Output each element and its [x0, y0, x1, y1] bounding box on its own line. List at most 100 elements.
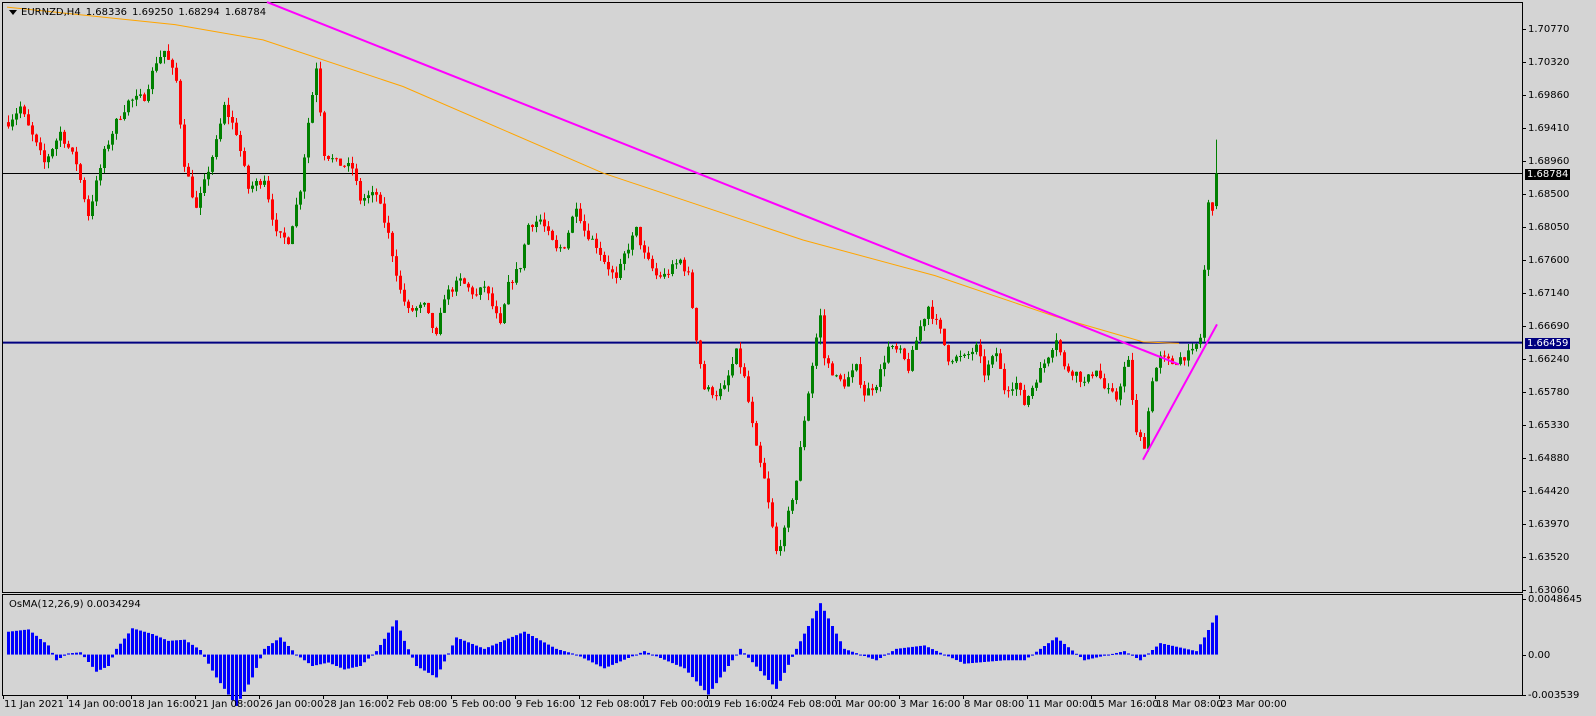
- osma-bar: [519, 633, 522, 655]
- osma-bar: [171, 640, 174, 655]
- osma-bar: [1163, 644, 1166, 655]
- candle-bearish: [407, 301, 410, 309]
- osma-bar: [1007, 654, 1010, 661]
- price-axis-label: 1.69860: [1528, 90, 1570, 102]
- osma-bar: [319, 654, 322, 665]
- candle-bullish: [347, 163, 350, 167]
- candle-bearish: [227, 104, 230, 117]
- osma-bar: [155, 635, 158, 655]
- price-tick: [1523, 160, 1526, 162]
- candle-bearish: [983, 356, 986, 376]
- osma-bar: [123, 638, 126, 655]
- candle-bullish: [627, 249, 630, 254]
- candle-bullish: [919, 326, 922, 341]
- candle-bullish: [455, 280, 458, 292]
- candle-bullish: [131, 99, 134, 101]
- open-value: 1.68336: [85, 7, 128, 18]
- osma-bar: [143, 631, 146, 655]
- osma-bar: [811, 618, 814, 655]
- candle-bearish: [355, 168, 358, 181]
- osma-bar: [559, 650, 562, 655]
- candle-bullish: [1191, 348, 1194, 351]
- candle-bearish: [499, 313, 502, 324]
- osma-bar: [379, 644, 382, 655]
- osma-bar: [1211, 622, 1214, 655]
- osma-bar: [43, 642, 46, 655]
- osma-bar: [955, 654, 958, 661]
- osma-bar: [391, 626, 394, 655]
- candle-bearish: [487, 286, 490, 294]
- candle-bearish: [871, 388, 874, 391]
- candle-bearish: [1079, 371, 1082, 382]
- candle-bearish: [639, 226, 642, 246]
- osma-bar: [279, 637, 282, 655]
- candle-bullish: [1187, 350, 1190, 361]
- osma-bar: [315, 654, 318, 666]
- osma-bar: [487, 647, 490, 655]
- osma-bar: [275, 640, 278, 655]
- osma-bar: [263, 648, 266, 655]
- osma-bar: [719, 654, 722, 678]
- candle-bullish: [203, 179, 206, 194]
- osma-bar: [427, 654, 430, 673]
- osma-bar: [579, 654, 582, 657]
- price-tick: [1523, 127, 1526, 129]
- candle-bullish: [791, 499, 794, 511]
- osma-bar: [87, 654, 90, 662]
- candle-bullish: [783, 527, 786, 547]
- osma-bar: [763, 654, 766, 676]
- osma-bar: [927, 647, 930, 655]
- osma-bar: [1171, 645, 1174, 655]
- osma-bar: [771, 654, 774, 685]
- osma-indicator-panel[interactable]: OsMA(12,26,9) 0.0034294: [2, 594, 1523, 706]
- price-tick: [1523, 61, 1526, 63]
- candle-bullish: [623, 253, 626, 264]
- candle-bearish: [607, 261, 610, 270]
- candle-bearish: [1023, 389, 1026, 405]
- price-tick: [1523, 556, 1526, 558]
- osma-bar: [899, 648, 902, 655]
- osma-bar: [187, 642, 190, 655]
- candle-bearish: [1003, 368, 1006, 391]
- candle-bearish: [747, 376, 750, 402]
- candle-bullish: [731, 363, 734, 376]
- dropdown-triangle-icon[interactable]: [9, 9, 17, 15]
- candle-bullish: [735, 348, 738, 364]
- osma-bar: [363, 654, 366, 663]
- price-chart[interactable]: EURNZD,H4 1.68336 1.69250 1.68294 1.68784: [2, 1, 1523, 593]
- candle-bullish: [671, 264, 674, 274]
- osma-bar: [599, 654, 602, 667]
- osma-bar: [759, 654, 762, 672]
- candle-bearish: [467, 283, 470, 288]
- candle-bullish: [159, 57, 162, 64]
- osma-bar: [823, 610, 826, 655]
- candle-bearish: [339, 158, 342, 166]
- osma-bar: [919, 645, 922, 655]
- candle-bearish: [143, 94, 146, 101]
- osma-bar: [207, 654, 210, 664]
- osma-bar: [159, 637, 162, 655]
- candle-bullish: [503, 304, 506, 324]
- candle-bearish: [283, 232, 286, 238]
- candle-bearish: [1163, 355, 1166, 357]
- osma-bar: [39, 639, 42, 655]
- osma-bar: [199, 650, 202, 655]
- osma-bar: [1027, 654, 1030, 658]
- osma-bar: [839, 641, 842, 655]
- candle-bearish: [583, 221, 586, 231]
- candle-bearish: [703, 364, 706, 390]
- candle-bullish: [1011, 389, 1014, 391]
- osma-bar: [535, 638, 538, 655]
- candle-bullish: [991, 356, 994, 365]
- candle-bullish: [135, 95, 138, 100]
- osma-bar: [135, 629, 138, 655]
- osma-bar: [1127, 653, 1130, 655]
- osma-bar: [99, 654, 102, 670]
- candle-bearish: [903, 348, 906, 360]
- osma-bar: [567, 652, 570, 655]
- osma-bar: [455, 637, 458, 655]
- osma-bar: [675, 654, 678, 665]
- osma-bar: [971, 654, 974, 664]
- osma-bar: [1111, 653, 1114, 655]
- price-axis-label: 1.68500: [1528, 189, 1570, 201]
